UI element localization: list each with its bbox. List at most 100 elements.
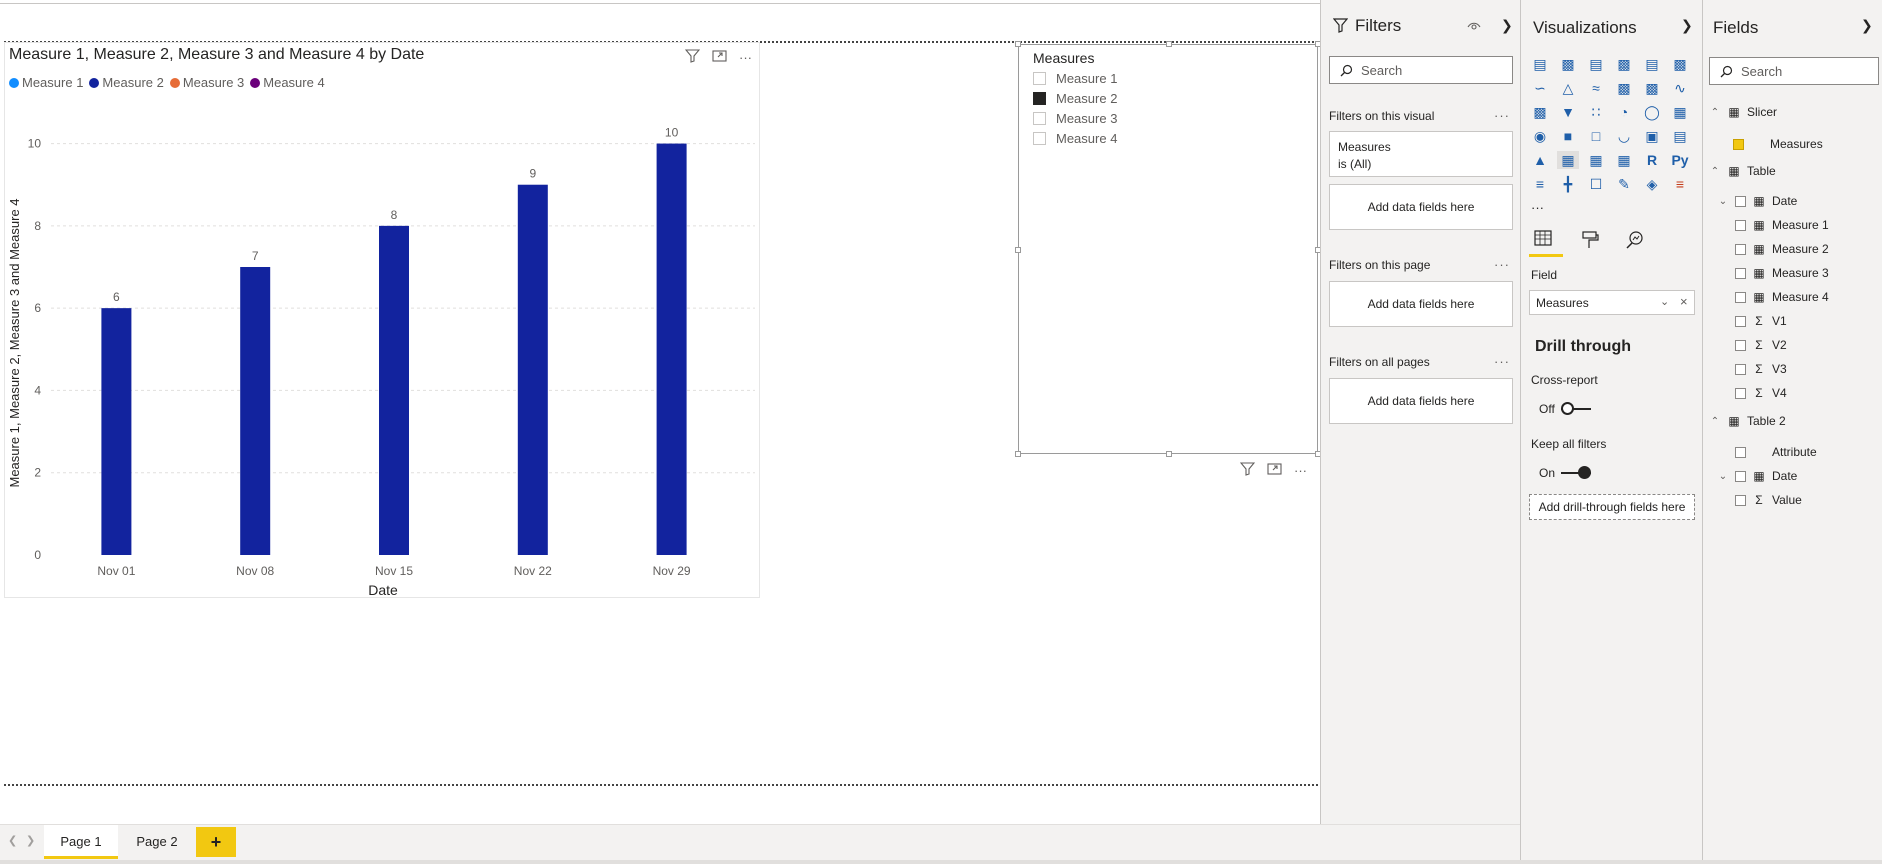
field-checkbox[interactable] bbox=[1735, 387, 1746, 399]
gauge-icon[interactable]: ◡ bbox=[1613, 127, 1635, 145]
field-date[interactable]: ⌄ ▦ Date bbox=[1717, 194, 1798, 208]
field-v4[interactable]: Σ V4 bbox=[1735, 386, 1787, 400]
kpi-icon[interactable]: ▲ bbox=[1529, 151, 1551, 169]
chevron-left-icon[interactable]: ❮ bbox=[8, 834, 17, 847]
tab-page-2[interactable]: Page 2 bbox=[120, 825, 194, 859]
field-checkbox[interactable] bbox=[1735, 315, 1746, 327]
card-icon[interactable]: ▣ bbox=[1641, 127, 1663, 145]
line-chart-icon[interactable]: ∽ bbox=[1529, 79, 1551, 97]
analytics-magnifier-icon[interactable] bbox=[1625, 230, 1645, 255]
slicer-checkbox[interactable] bbox=[1033, 132, 1046, 145]
close-icon[interactable]: × bbox=[1680, 294, 1688, 309]
table-slicer[interactable]: ⌃ ▦ Slicer bbox=[1709, 105, 1777, 119]
field-checkbox[interactable] bbox=[1735, 219, 1746, 231]
chevron-down-icon[interactable]: ⌄ bbox=[1660, 295, 1669, 308]
clustered-bar-icon[interactable]: ▤ bbox=[1585, 55, 1607, 73]
measures-slicer[interactable]: Measures Measure 1 Measure 2 Measure 3 M… bbox=[1015, 41, 1321, 457]
more-options-icon[interactable]: ··· bbox=[1494, 257, 1510, 272]
filters-search-input[interactable]: Search bbox=[1329, 56, 1513, 84]
field-checkbox[interactable] bbox=[1735, 470, 1746, 482]
chevron-down-icon[interactable]: ⌄ bbox=[1717, 196, 1729, 207]
field-checkbox[interactable] bbox=[1735, 195, 1746, 207]
power-apps-icon[interactable]: ◈ bbox=[1641, 175, 1663, 193]
keep-all-filters-toggle[interactable]: On bbox=[1539, 466, 1592, 480]
stacked-column-icon[interactable]: ▩ bbox=[1557, 55, 1579, 73]
field-v2[interactable]: Σ V2 bbox=[1735, 338, 1787, 352]
line-stacked-column-icon[interactable]: ▩ bbox=[1641, 79, 1663, 97]
resize-handle[interactable] bbox=[1166, 451, 1172, 457]
slicer-checkbox[interactable] bbox=[1033, 72, 1046, 85]
resize-handle[interactable] bbox=[1015, 247, 1021, 253]
field-attribute[interactable]: Attribute bbox=[1735, 445, 1817, 459]
field-v1[interactable]: Σ V1 bbox=[1735, 314, 1787, 328]
100-column-icon[interactable]: ▩ bbox=[1669, 55, 1691, 73]
waterfall-icon[interactable]: ▩ bbox=[1529, 103, 1551, 121]
power-automate-icon[interactable]: ≡ bbox=[1669, 175, 1691, 193]
r-visual-icon[interactable]: R bbox=[1641, 151, 1663, 169]
field-date-2[interactable]: ⌄ ▦ Date bbox=[1717, 469, 1798, 483]
add-drill-through-dropzone[interactable]: Add drill-through fields here bbox=[1529, 494, 1695, 520]
field-checkbox[interactable] bbox=[1735, 243, 1746, 255]
slicer-icon[interactable]: ▦ bbox=[1557, 151, 1579, 169]
field-measure-2[interactable]: ▦ Measure 2 bbox=[1735, 242, 1829, 256]
donut-chart-icon[interactable]: ◯ bbox=[1641, 103, 1663, 121]
add-page-filter-dropzone[interactable]: Add data fields here bbox=[1329, 281, 1513, 327]
filled-map-icon[interactable]: ■ bbox=[1557, 127, 1579, 145]
key-influencers-icon[interactable]: ≡ bbox=[1529, 175, 1551, 193]
decomposition-tree-icon[interactable]: ╋ bbox=[1557, 175, 1579, 193]
slicer-item-measure-3[interactable]: Measure 3 bbox=[1033, 111, 1117, 126]
chevron-up-icon[interactable]: ⌃ bbox=[1709, 416, 1721, 427]
more-visuals-icon[interactable]: ··· bbox=[1531, 200, 1544, 215]
slicer-item-measure-1[interactable]: Measure 1 bbox=[1033, 71, 1117, 86]
clustered-column-chart[interactable]: Measure 1, Measure 2, Measure 3 and Meas… bbox=[4, 42, 760, 598]
smart-narrative-icon[interactable]: ✎ bbox=[1613, 175, 1635, 193]
field-checkbox[interactable] bbox=[1735, 291, 1746, 303]
100-bar-icon[interactable]: ▤ bbox=[1641, 55, 1663, 73]
table-icon[interactable]: ▦ bbox=[1585, 151, 1607, 169]
field-checkbox[interactable] bbox=[1735, 339, 1746, 351]
multi-row-card-icon[interactable]: ▤ bbox=[1669, 127, 1691, 145]
resize-handle[interactable] bbox=[1015, 41, 1021, 47]
field-checkbox[interactable] bbox=[1735, 494, 1746, 506]
field-checkbox[interactable] bbox=[1735, 267, 1746, 279]
fields-search-input[interactable]: Search bbox=[1709, 57, 1879, 85]
field-checkbox[interactable] bbox=[1735, 363, 1746, 375]
format-paint-roller-icon[interactable] bbox=[1581, 230, 1599, 255]
eye-icon[interactable] bbox=[1467, 19, 1481, 37]
field-measure-3[interactable]: ▦ Measure 3 bbox=[1735, 266, 1829, 280]
field-measure-4[interactable]: ▦ Measure 4 bbox=[1735, 290, 1829, 304]
filter-card-measures[interactable]: Measures is (All) bbox=[1329, 131, 1513, 177]
matrix-icon[interactable]: ▦ bbox=[1613, 151, 1635, 169]
python-visual-icon[interactable]: Py bbox=[1669, 151, 1691, 169]
collapse-pane-icon[interactable]: ❯ bbox=[1501, 17, 1513, 34]
table-table[interactable]: ⌃ ▦ Table bbox=[1709, 164, 1776, 178]
field-value[interactable]: Σ Value bbox=[1735, 493, 1802, 507]
fields-well-icon[interactable] bbox=[1533, 228, 1553, 253]
pie-chart-icon[interactable]: ◔ bbox=[1613, 103, 1635, 121]
line-column-icon[interactable]: ▩ bbox=[1613, 79, 1635, 97]
add-visual-filter-dropzone[interactable]: Add data fields here bbox=[1329, 184, 1513, 230]
map-icon[interactable]: ◉ bbox=[1529, 127, 1551, 145]
more-options-icon[interactable]: ··· bbox=[1294, 463, 1307, 478]
treemap-icon[interactable]: ▦ bbox=[1669, 103, 1691, 121]
collapse-pane-icon[interactable]: ❯ bbox=[1861, 17, 1873, 34]
stacked-bar-icon[interactable]: ▤ bbox=[1529, 55, 1551, 73]
scatter-icon[interactable]: ∷ bbox=[1585, 103, 1607, 121]
resize-handle[interactable] bbox=[1166, 41, 1172, 47]
clustered-column-icon[interactable]: ▩ bbox=[1613, 55, 1635, 73]
cross-report-toggle[interactable]: Off bbox=[1539, 402, 1591, 416]
field-checkbox[interactable] bbox=[1733, 138, 1744, 150]
slicer-item-measure-4[interactable]: Measure 4 bbox=[1033, 131, 1117, 146]
qa-icon[interactable]: ☐ bbox=[1585, 175, 1607, 193]
focus-mode-icon[interactable] bbox=[1267, 462, 1282, 479]
collapse-pane-icon[interactable]: ❯ bbox=[1681, 17, 1693, 34]
report-canvas[interactable]: Measure 1, Measure 2, Measure 3 and Meas… bbox=[0, 0, 1321, 824]
chevron-down-icon[interactable]: ⌄ bbox=[1717, 471, 1729, 482]
area-chart-icon[interactable]: △ bbox=[1557, 79, 1579, 97]
tab-page-1[interactable]: Page 1 bbox=[44, 825, 118, 859]
add-report-filter-dropzone[interactable]: Add data fields here bbox=[1329, 378, 1513, 424]
field-v3[interactable]: Σ V3 bbox=[1735, 362, 1787, 376]
field-measures[interactable]: Measures bbox=[1733, 137, 1823, 151]
field-well-measures[interactable]: Measures ⌄ × bbox=[1529, 290, 1695, 315]
funnel-icon[interactable]: ▼ bbox=[1557, 103, 1579, 121]
